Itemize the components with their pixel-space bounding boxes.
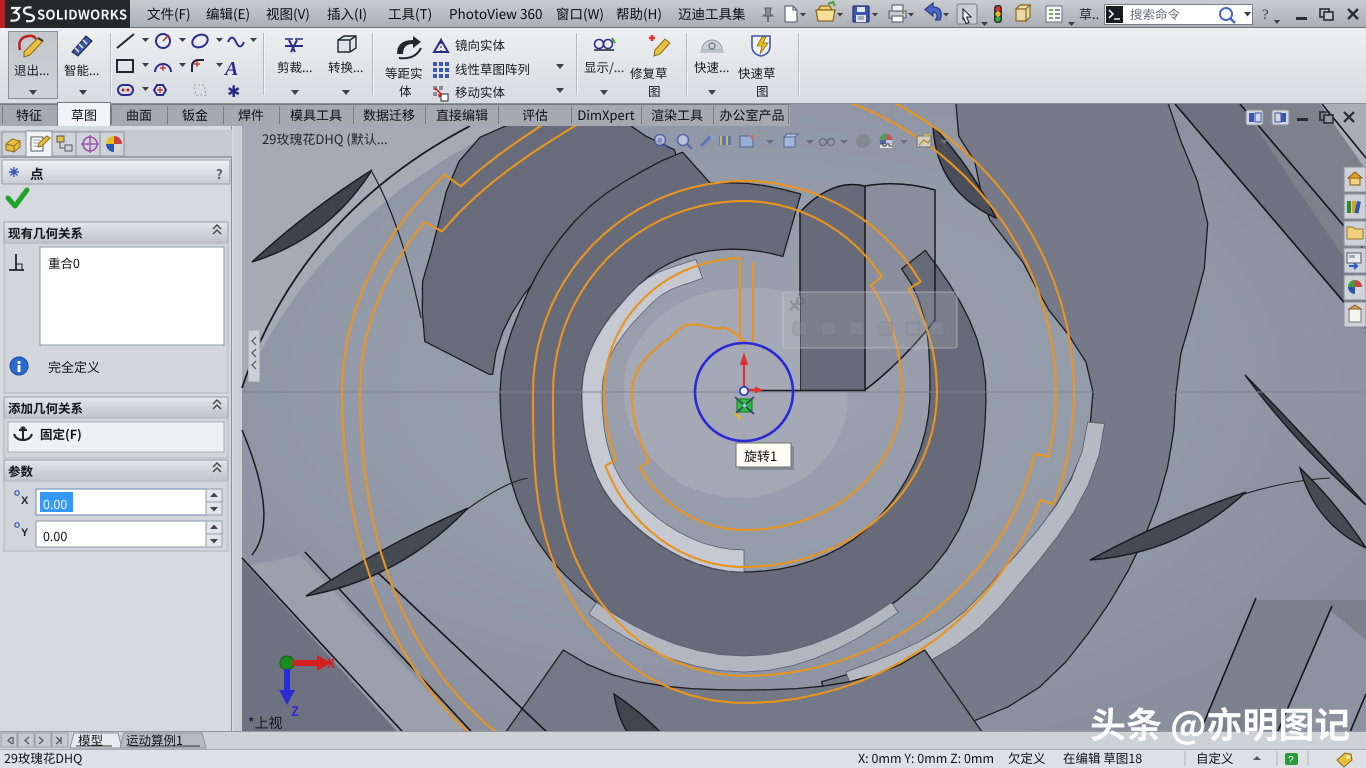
svg-text:?: ? xyxy=(1262,7,1269,23)
